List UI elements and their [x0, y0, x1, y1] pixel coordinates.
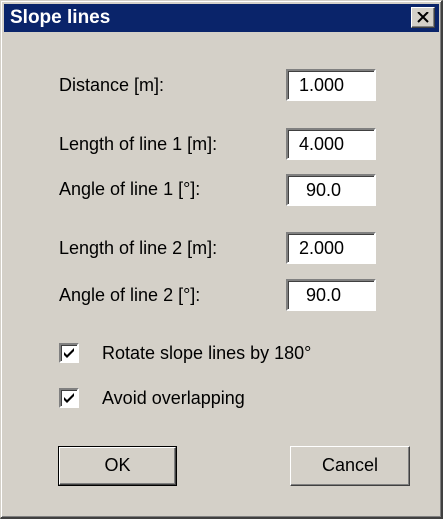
title-bar[interactable]: Slope lines: [4, 4, 439, 32]
length-line-1-label: Length of line 1 [m]:: [59, 134, 218, 154]
cancel-button-label: Cancel: [321, 455, 379, 475]
length-line-2-field[interactable]: [286, 232, 376, 264]
distance-input[interactable]: [288, 71, 374, 99]
angle-line-1-label: Angle of line 1 [°]:: [59, 179, 201, 199]
angle-line-2-field[interactable]: [286, 279, 376, 311]
angle-line-2-input[interactable]: [288, 281, 374, 309]
checkmark-icon: [64, 393, 74, 403]
angle-line-1-field[interactable]: [286, 174, 376, 206]
length-line-1-input[interactable]: [288, 130, 374, 158]
length-line-2-input[interactable]: [288, 234, 374, 262]
close-icon: [417, 12, 429, 23]
angle-line-1-input[interactable]: [288, 176, 374, 204]
dialog-title: Slope lines: [10, 7, 111, 28]
avoid-overlapping-checkbox[interactable]: [59, 388, 79, 408]
close-button[interactable]: [411, 7, 435, 28]
slope-lines-dialog: Slope lines Distance [m]: Length of line…: [0, 0, 443, 519]
distance-field[interactable]: [286, 69, 376, 101]
rotate-slope-lines-label[interactable]: Rotate slope lines by 180°: [102, 342, 311, 364]
rotate-slope-lines-checkbox[interactable]: [59, 343, 79, 363]
checkmark-icon: [64, 348, 74, 358]
avoid-overlapping-label[interactable]: Avoid overlapping: [102, 387, 245, 409]
length-line-2-label: Length of line 2 [m]:: [59, 238, 218, 258]
cancel-button[interactable]: Cancel: [290, 446, 410, 486]
ok-button-label: OK: [104, 455, 131, 475]
angle-line-2-label: Angle of line 2 [°]:: [59, 285, 201, 305]
distance-label: Distance [m]:: [59, 75, 165, 95]
length-line-1-field[interactable]: [286, 128, 376, 160]
ok-button[interactable]: OK: [58, 446, 177, 486]
